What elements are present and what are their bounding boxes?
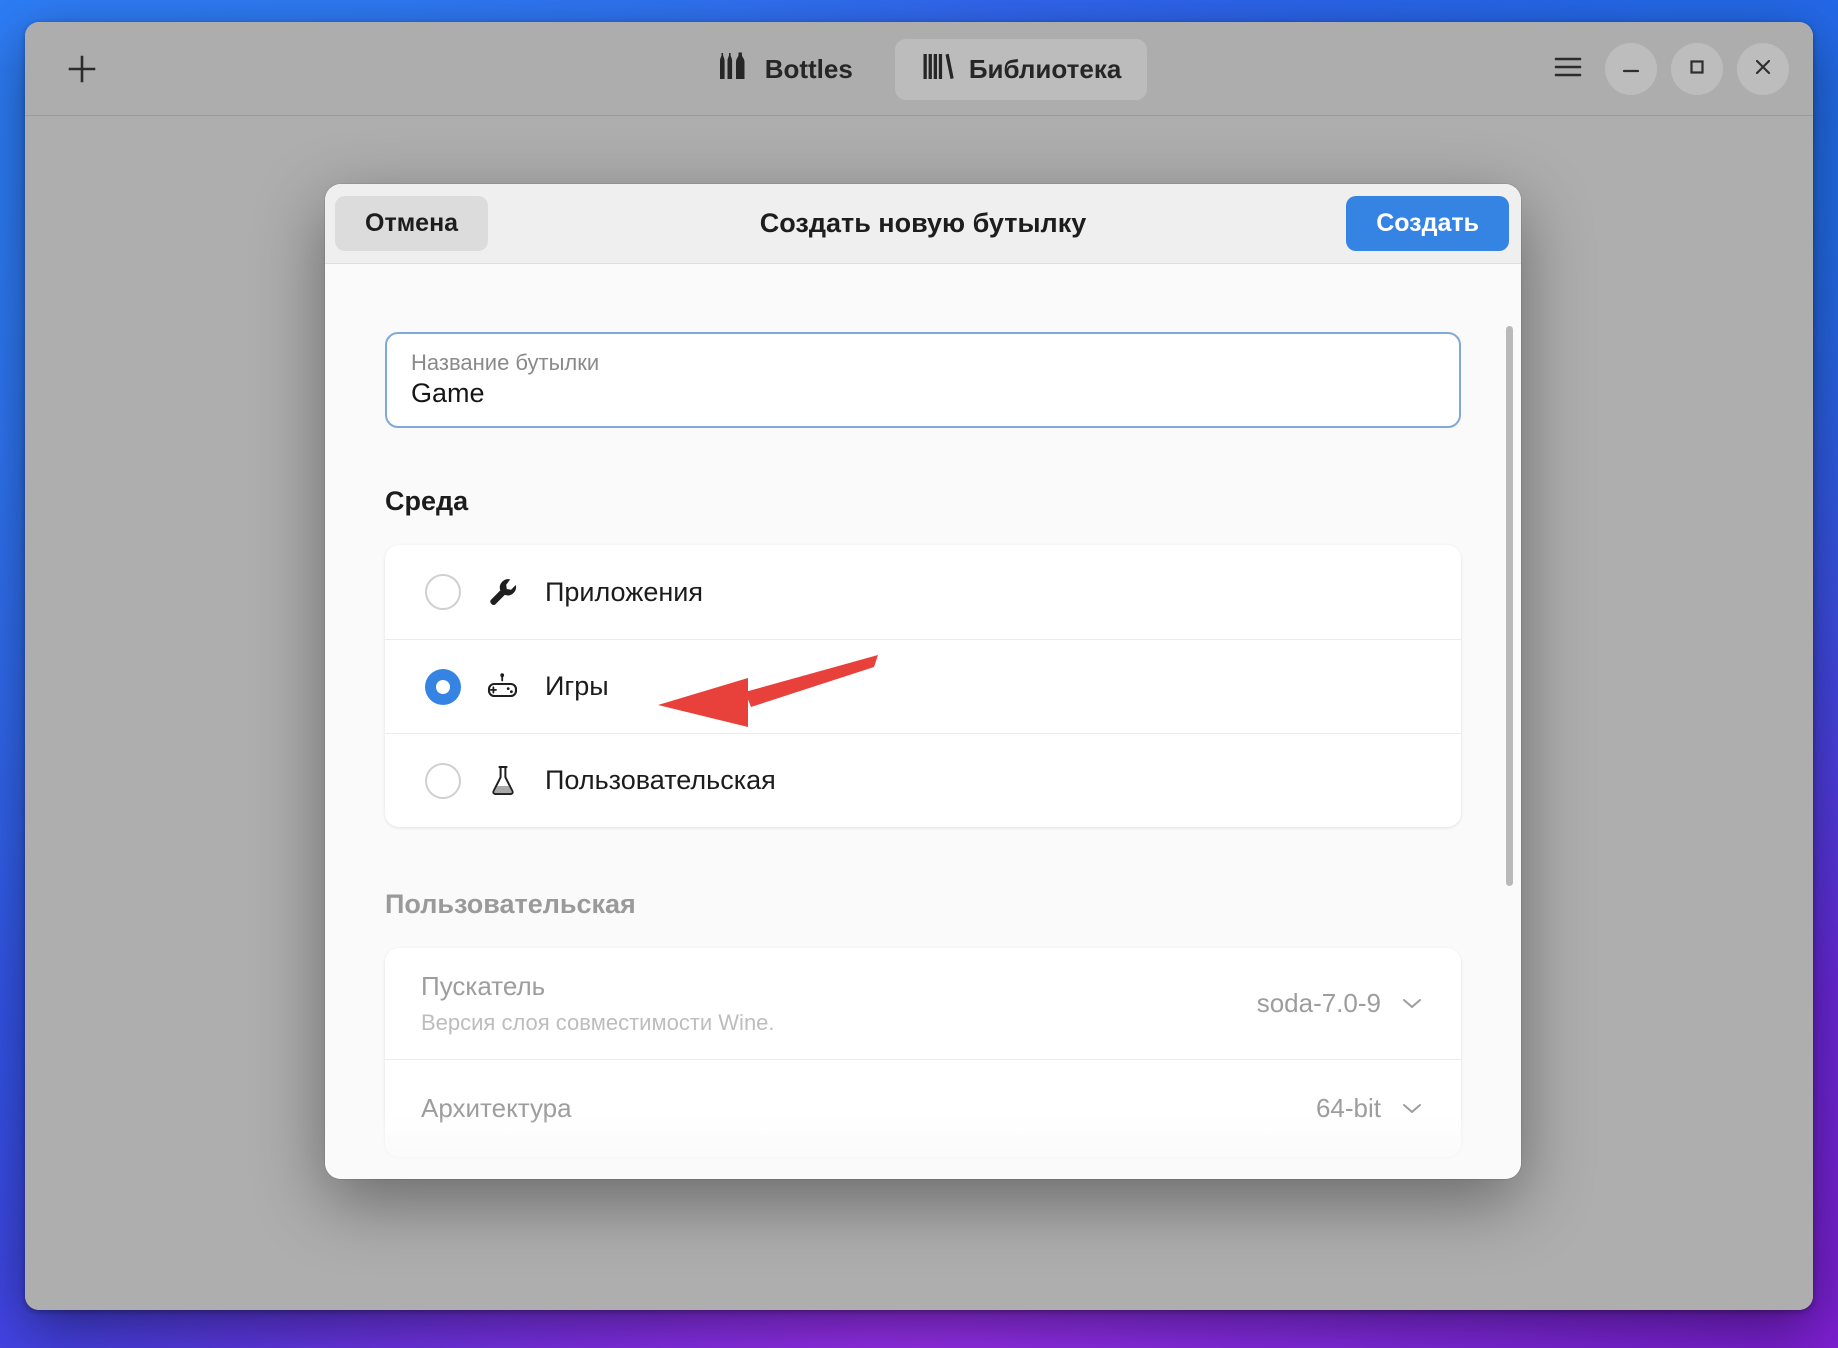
radio-custom[interactable] — [425, 762, 461, 799]
environment-option-games[interactable]: Игры — [385, 639, 1461, 733]
runner-dropdown[interactable]: soda-7.0-9 — [1257, 988, 1425, 1019]
window-minimize-button[interactable] — [1605, 43, 1657, 95]
minimize-icon — [1619, 55, 1643, 84]
close-icon — [1751, 55, 1775, 84]
maximize-icon — [1685, 55, 1709, 84]
new-bottle-button[interactable] — [59, 46, 105, 92]
runner-title: Пускатель — [421, 971, 546, 1001]
environment-heading: Среда — [385, 486, 469, 516]
tab-library[interactable]: Библиотека — [894, 38, 1148, 100]
architecture-row[interactable]: Архитектура 64-bit — [385, 1059, 1461, 1157]
library-books-icon — [921, 51, 955, 88]
custom-section-heading: Пользовательская — [385, 889, 636, 919]
headerbar-left — [59, 22, 105, 116]
runner-text: Пускатель Версия слоя совместимости Wine… — [421, 970, 1257, 1037]
bottle-name-label: Название бутылки — [411, 349, 600, 375]
create-button[interactable]: Создать — [1346, 196, 1509, 251]
runner-subtitle: Версия слоя совместимости Wine. — [421, 1009, 775, 1035]
environment-option-applications[interactable]: Приложения — [385, 545, 1461, 639]
environment-option-label: Приложения — [545, 576, 703, 607]
plus-icon — [65, 52, 99, 86]
wrench-icon — [483, 575, 523, 609]
architecture-title: Архитектура — [421, 1093, 572, 1124]
architecture-value: 64-bit — [1315, 1093, 1381, 1124]
bottle-name-input[interactable]: Название бутылки Game — [385, 332, 1461, 428]
app-window: Bottles Библиотека Отмена Создать новую … — [25, 22, 1813, 1310]
cancel-button[interactable]: Отмена — [335, 196, 489, 251]
hamburger-menu-icon — [1552, 54, 1584, 85]
window-close-button[interactable] — [1737, 43, 1789, 95]
architecture-dropdown[interactable]: 64-bit — [1316, 1093, 1425, 1124]
runner-row[interactable]: Пускатель Версия слоя совместимости Wine… — [385, 948, 1461, 1059]
radio-games[interactable] — [425, 668, 461, 705]
main-menu-button[interactable] — [1545, 46, 1591, 92]
radio-applications[interactable] — [425, 574, 461, 610]
environment-options-card: Приложения Игры Пользовательская — [385, 545, 1461, 827]
dialog-scroll-area: Название бутылки Game Среда Приложения И… — [325, 264, 1521, 1179]
create-bottle-dialog: Отмена Создать новую бутылку Создать Наз… — [325, 184, 1521, 1179]
chevron-down-icon — [1399, 988, 1425, 1019]
environment-option-label: Пользовательская — [545, 765, 776, 795]
tab-bottles[interactable]: Bottles — [691, 39, 879, 100]
window-maximize-button[interactable] — [1671, 43, 1723, 95]
flask-icon — [483, 764, 523, 798]
bottles-icon — [717, 51, 751, 88]
window-headerbar: Bottles Библиотека — [25, 22, 1813, 116]
environment-option-custom[interactable]: Пользовательская — [385, 733, 1461, 827]
headerbar-right — [1545, 22, 1789, 116]
tab-library-label: Библиотека — [968, 53, 1122, 84]
chevron-down-icon — [1399, 1093, 1425, 1124]
architecture-text: Архитектура — [421, 1092, 1316, 1126]
runner-value: soda-7.0-9 — [1256, 988, 1381, 1019]
environment-option-label: Игры — [545, 671, 609, 701]
bottle-name-value: Game — [411, 378, 485, 409]
custom-settings-card: Пускатель Версия слоя совместимости Wine… — [385, 948, 1461, 1158]
dialog-scrollbar[interactable] — [1506, 326, 1513, 886]
dialog-header: Отмена Создать новую бутылку Создать — [325, 184, 1521, 264]
gamepad-icon — [483, 672, 523, 702]
tab-bottles-label: Bottles — [764, 53, 853, 84]
dialog-title: Создать новую бутылку — [759, 208, 1087, 238]
